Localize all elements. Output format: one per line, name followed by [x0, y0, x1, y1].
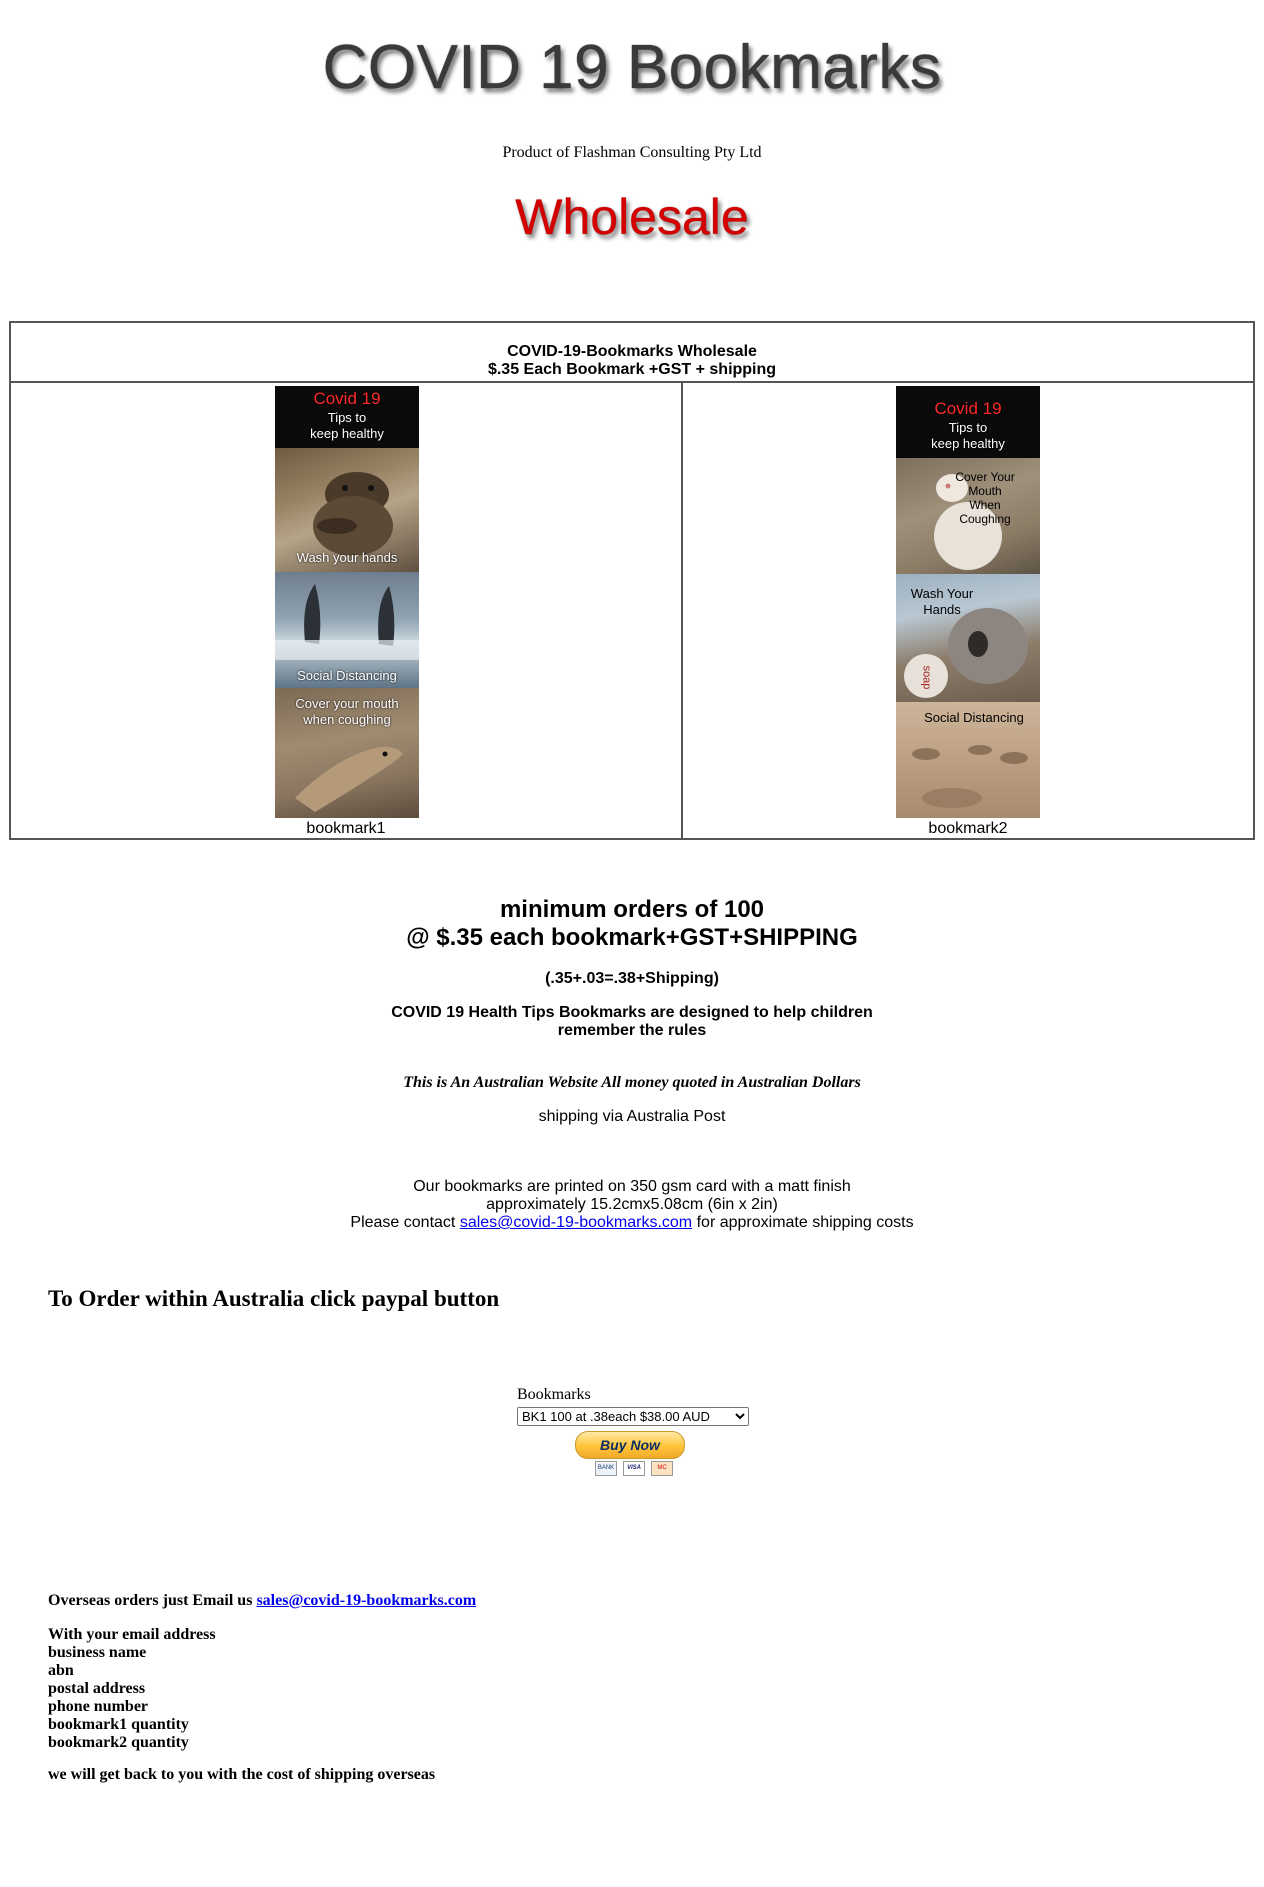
bookmark1-cover-text-2: when coughing [303, 712, 391, 727]
bookmark1-subtitle-1: Tips to [327, 410, 367, 425]
bookmark2-social-text: Social Distancing [924, 710, 1024, 725]
table-header: COVID-19-Bookmarks Wholesale $.35 Each B… [11, 323, 1253, 383]
australian-currency-note: This is An Australian Website All money … [403, 1074, 861, 1091]
bookmark2-cover-text-1: Cover Your [955, 470, 1015, 484]
bookmark2-cell: Covid 19 Tips to keep healthy Cover Your… [683, 383, 1253, 838]
overseas-orders: Overseas orders just Email us sales@covi… [48, 1592, 476, 1610]
detail-item: business name [48, 1644, 147, 1661]
contact-prefix: Please contact [350, 1214, 456, 1231]
bookmark-option-select[interactable]: BK1 100 at .38each $38.00 AUD [517, 1407, 749, 1426]
bookmark2-subtitle-1: Tips to [948, 420, 988, 435]
detail-item: postal address [48, 1680, 146, 1697]
bookmark2-caption: bookmark2 [928, 820, 1008, 837]
buy-now-button[interactable]: Buy Now [575, 1431, 685, 1459]
bookmark1-dolphin-panel: Social Distancing [275, 572, 419, 688]
bookmark1-otter-panel: Wash your hands [275, 448, 419, 572]
order-heading: To Order within Australia click paypal b… [48, 1286, 500, 1311]
bookmark2-cover-text-3: When [969, 498, 1001, 512]
minimum-orders: minimum orders of 100 @ $.35 each bookma… [0, 896, 1264, 952]
print-info: Our bookmarks are printed on 350 gsm car… [0, 1178, 1264, 1232]
bookmark1-social-text: Social Distancing [297, 668, 397, 683]
detail-item: With your email address [48, 1626, 216, 1643]
visa-card-icon: VISA [623, 1461, 645, 1476]
bank-card-icon: BANK [595, 1461, 617, 1476]
print-info-line-2: approximately 15.2cmx5.08cm (6in x 2in) [486, 1196, 778, 1213]
bookmark1-cell: Covid 19 Tips to keep healthy Wash your … [11, 383, 683, 838]
bookmark1-kangaroo-panel: Cover your mouth when coughing [275, 688, 419, 818]
overseas-email-link[interactable]: sales@covid-19-bookmarks.com [256, 1592, 476, 1609]
contact-email-link[interactable]: sales@covid-19-bookmarks.com [460, 1214, 692, 1231]
price-calculation: (.35+.03=.38+Shipping) [545, 970, 719, 987]
required-details-list: With your email address business name ab… [48, 1626, 216, 1752]
contact-suffix: for approximate shipping costs [696, 1214, 914, 1231]
bookmark1-title-panel: Covid 19 Tips to keep healthy [275, 386, 419, 448]
bookmark1-title: Covid 19 [313, 389, 381, 408]
bookmark1-image: Covid 19 Tips to keep healthy Wash your … [275, 386, 419, 818]
bookmark2-soap-text: soap [920, 665, 933, 690]
shipping-followup-note: we will get back to you with the cost of… [48, 1766, 436, 1783]
bookmark2-title-panel: Covid 19 Tips to keep healthy [896, 386, 1040, 458]
bookmark2-wash-text-2: Hands [923, 602, 961, 617]
table-heading-title: COVID-19-Bookmarks Wholesale [507, 343, 757, 360]
bookmark1-cover-text-1: Cover your mouth [295, 696, 399, 711]
mastercard-icon: MC [651, 1461, 673, 1476]
product-table: COVID-19-Bookmarks Wholesale $.35 Each B… [9, 321, 1255, 840]
contact-line: Please contact sales@covid-19-bookmarks.… [0, 1214, 1264, 1232]
product-description: COVID 19 Health Tips Bookmarks are desig… [0, 1004, 1264, 1040]
bookmark2-cover-text-2: Mouth [968, 484, 1002, 498]
minimum-orders-line-1: minimum orders of 100 [499, 896, 765, 923]
minimum-orders-line-2: @ $.35 each bookmark+GST+SHIPPING [406, 924, 858, 951]
print-info-line-1: Our bookmarks are printed on 350 gsm car… [413, 1178, 851, 1195]
bookmark2-wash-text-1: Wash Your [910, 586, 974, 601]
bookmark1-caption: bookmark1 [306, 820, 386, 837]
payment-cards: BANK VISA MC [595, 1461, 675, 1477]
bookmark2-cover-text-4: Coughing [959, 512, 1011, 526]
detail-item: bookmark2 quantity [48, 1734, 189, 1751]
detail-item: phone number [48, 1698, 149, 1715]
bookmark2-wallaby-panel: Cover Your Mouth When Coughing [896, 458, 1040, 574]
bookmarks-select-label: Bookmarks [517, 1386, 591, 1403]
detail-item: abn [48, 1662, 74, 1679]
site-title: COVID 19 Bookmarks [322, 33, 942, 102]
overseas-prefix: Overseas orders just Email us [48, 1592, 253, 1609]
paypal-order-form: Bookmarks BK1 100 at .38each $38.00 AUD … [517, 1385, 757, 1476]
bookmark2-kangaroos-panel: Social Distancing [896, 702, 1040, 818]
bookmark1-subtitle-2: keep healthy [310, 426, 384, 441]
product-description-line-2: remember the rules [557, 1022, 707, 1039]
shipping-note: shipping via Australia Post [538, 1108, 726, 1125]
bookmark1-wash-text: Wash your hands [296, 550, 398, 565]
table-heading-price: $.35 Each Bookmark +GST + shipping [487, 361, 777, 378]
bookmark2-subtitle-2: keep healthy [931, 436, 1005, 451]
wholesale-banner: Wholesale [515, 189, 749, 245]
bookmark2-koala-panel: Wash Your Hands soap [896, 574, 1040, 702]
bookmark2-title: Covid 19 [934, 399, 1002, 418]
detail-item: bookmark1 quantity [48, 1716, 189, 1733]
company-subtitle: Product of Flashman Consulting Pty Ltd [502, 144, 762, 161]
product-description-line-1: COVID 19 Health Tips Bookmarks are desig… [391, 1004, 873, 1021]
bookmark2-image: Covid 19 Tips to keep healthy Cover Your… [896, 386, 1040, 818]
